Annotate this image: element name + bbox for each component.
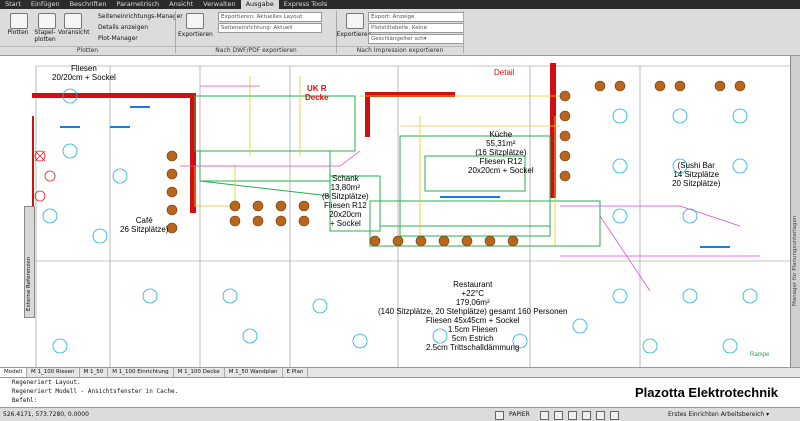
annotation-visibility-icon[interactable] <box>568 411 577 420</box>
label-ramp: Rampe <box>750 352 770 358</box>
layout-tab-modell[interactable]: Modell <box>0 368 28 377</box>
label-kitchen: Küche 55,31m² (16 Sitzplätze) Fliesen R1… <box>468 130 534 175</box>
ribbon-tab-beschriften[interactable]: Beschriften <box>65 0 112 9</box>
lock-icon[interactable] <box>596 411 605 420</box>
layout-tab-m-1-100-decke[interactable]: M 1_100 Decke <box>174 368 225 377</box>
group-dwf-label: Nach DWF/PDF exportieren <box>176 46 336 55</box>
autoscale-icon[interactable] <box>582 411 591 420</box>
ribbon-tab-express-tools[interactable]: Express Tools <box>279 0 332 9</box>
label-detail: Detail <box>494 68 515 77</box>
ribbon-panel: Plotten Stapel- plotten Voransicht Seite… <box>0 9 800 56</box>
status-bar: 526.4171, 573.7280, 0.0000 PAPIER Erstes… <box>0 407 800 421</box>
paper-space-toggle[interactable]: PAPIER <box>509 408 530 421</box>
workspace-switcher[interactable]: Erstes Einrichten Arbeitsbereich ▾ <box>668 408 769 421</box>
ribbon-tab-einf-gen[interactable]: Einfügen <box>26 0 65 9</box>
group-impression-label: Nach Impression exportieren <box>337 46 463 55</box>
label-cafe: Café 26 Sitzplätze) <box>120 216 169 234</box>
layout-tab-m-1-100-riesen[interactable]: M 1_100 Riesen <box>27 368 80 377</box>
ribbon-tab-start[interactable]: Start <box>0 0 26 9</box>
ribbon-tab-ausgabe[interactable]: Ausgabe <box>240 0 279 9</box>
layout-tab-m-1-50[interactable]: M 1_50 <box>80 368 109 377</box>
batch-plot-icon[interactable] <box>38 13 56 29</box>
hardware-acceleration-icon[interactable] <box>610 411 619 420</box>
preview-button[interactable]: Voransicht <box>58 29 90 36</box>
export-layout-combo[interactable]: Exportieren: Aktuelles Layout <box>218 12 322 22</box>
coordinate-readout: 526.4171, 573.7280, 0.0000 <box>3 411 89 418</box>
label-uk-decke: UK R Decke <box>305 84 329 102</box>
model-space-icon[interactable] <box>495 411 504 420</box>
layout-tab-e-plan[interactable]: E Plan <box>283 368 309 377</box>
label-top-left: Fliesen 20/20cm + Sockel <box>52 64 116 82</box>
group-plot-label: Plotten <box>0 46 175 55</box>
plot-icon[interactable] <box>10 13 28 29</box>
palette-label: Externe Referenzen <box>26 256 32 311</box>
external-references-palette[interactable]: Externe Referenzen <box>24 206 35 318</box>
label-sushi-bar: (Sushi Bar 14 Sitzplätze 20 Sitzplätze) <box>672 161 721 188</box>
plotstyle-combo[interactable]: Plotstiltabelle: Keine <box>368 23 464 33</box>
brand-watermark: Plazotta Elektrotechnik <box>634 385 778 400</box>
lineweight-combo[interactable]: Geschlängelter sch▾ <box>368 34 464 44</box>
palette-label: Manager für Planungsunterlagen <box>792 215 798 306</box>
separator <box>463 11 464 53</box>
export-impression-button[interactable]: Exportieren <box>336 31 372 38</box>
ribbon-tab-bar: Start Einfügen Beschriften Parametrisch Ansi… <box>0 0 800 9</box>
preview-icon[interactable] <box>64 13 82 29</box>
page-setup-manager-button[interactable]: Seiteneinrichtungs-Manager <box>98 13 183 20</box>
show-details-button[interactable]: Details anzeigen <box>98 24 148 31</box>
plot-button[interactable]: Plotten <box>4 29 32 36</box>
ribbon-tab-parametrisch[interactable]: Parametrisch <box>111 0 164 9</box>
label-restaurant: Restaurant +22°C 179,06m² (140 Sitzplätz… <box>378 280 568 352</box>
drawing-canvas[interactable]: Externe Referenzen Fliesen 20/20cm + Soc… <box>0 56 800 367</box>
ribbon-tab-ansicht[interactable]: Ansicht <box>164 0 198 9</box>
layout-tab-m-1-50-wandplan[interactable]: M 1_50 Wandplan <box>225 368 283 377</box>
quick-view-icon[interactable] <box>540 411 549 420</box>
page-setup-combo[interactable]: Seiteneinrichtung: Aktuell <box>218 23 322 33</box>
sheet-set-manager-palette[interactable]: Manager für Planungsunterlagen <box>790 56 800 367</box>
export-dwf-button[interactable]: Exportieren <box>178 31 213 38</box>
layout-tab-bar: Modell M 1_100 Riesen M 1_50 M 1_100 Einric… <box>0 367 800 377</box>
layout-tab-m-1-100-einrichtung[interactable]: M 1_100 Einrichtung <box>108 368 174 377</box>
label-bar: Schank 13,80m² (8 Sitzplätze) Fliesen R1… <box>322 174 369 228</box>
ribbon-tab-verwalten[interactable]: Verwalten <box>198 0 240 9</box>
impression-export-combo[interactable]: Export: Anzeige <box>368 12 464 22</box>
plot-manager-button[interactable]: Plot-Manager <box>98 35 138 42</box>
annotation-scale-icon[interactable] <box>554 411 563 420</box>
impression-export-icon[interactable] <box>346 13 364 29</box>
batch-plot-button[interactable]: Stapel- plotten <box>30 29 60 43</box>
export-icon[interactable] <box>186 13 204 29</box>
